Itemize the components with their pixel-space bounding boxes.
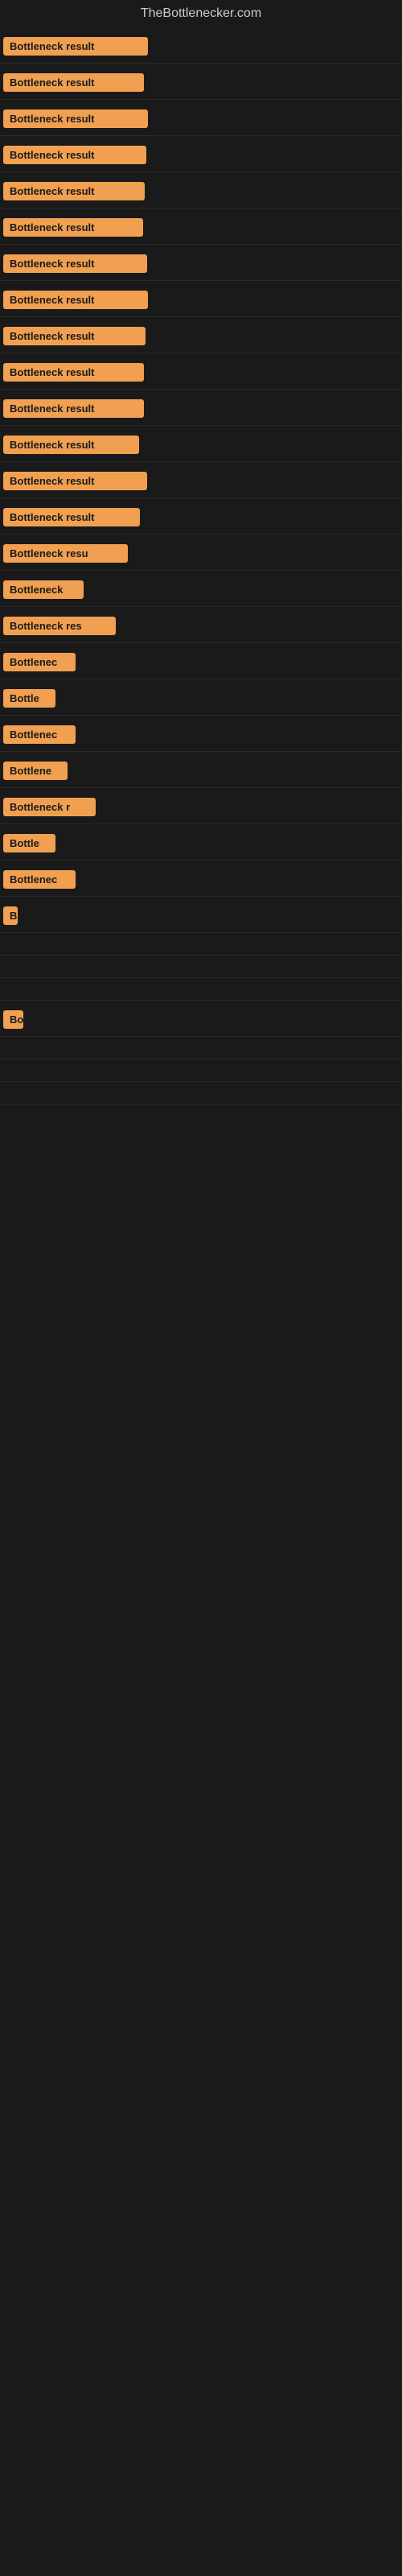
bottleneck-badge[interactable]: Bottleneck result: [3, 508, 140, 526]
bottleneck-row: Bottleneck r: [0, 788, 402, 824]
bottleneck-badge[interactable]: Bottleneck result: [3, 37, 148, 56]
bottleneck-row: [0, 933, 402, 956]
bottleneck-row: [0, 1082, 402, 1104]
bottleneck-badge[interactable]: Bottlenec: [3, 725, 76, 744]
site-title: TheBottlenecker.com: [0, 0, 402, 27]
bottleneck-row: Bottleneck result: [0, 317, 402, 353]
bottleneck-row: Bo: [0, 1001, 402, 1037]
bottleneck-badge[interactable]: Bottleneck: [3, 580, 84, 599]
bottleneck-badge[interactable]: Bottle: [3, 689, 55, 708]
bottleneck-badge[interactable]: Bottle: [3, 834, 55, 852]
bottleneck-row: Bottleneck result: [0, 390, 402, 426]
bottleneck-row: Bottleneck: [0, 571, 402, 607]
bottleneck-row: Bottleneck result: [0, 172, 402, 208]
bottleneck-row: Bottleneck result: [0, 136, 402, 172]
bottleneck-badge[interactable]: Bottlenec: [3, 870, 76, 889]
bottleneck-row: Bottleneck result: [0, 462, 402, 498]
bottleneck-badge[interactable]: Bottleneck result: [3, 182, 145, 200]
bottleneck-row: Bottlene: [0, 752, 402, 788]
bottleneck-badge[interactable]: Bottleneck result: [3, 472, 147, 490]
bottleneck-row: [0, 1037, 402, 1059]
bottleneck-row: Bottleneck res: [0, 607, 402, 643]
bottleneck-badge[interactable]: Bottlenec: [3, 653, 76, 671]
bottleneck-row: Bottleneck result: [0, 281, 402, 317]
bottleneck-row: Bottleneck result: [0, 64, 402, 100]
bottleneck-row: Bottleneck result: [0, 245, 402, 281]
bottleneck-row: Bottleneck result: [0, 498, 402, 535]
bottleneck-badge[interactable]: Bottleneck result: [3, 291, 148, 309]
bottleneck-badge[interactable]: Bo: [3, 1010, 23, 1029]
bottleneck-row: B: [0, 897, 402, 933]
bottleneck-badge[interactable]: Bottleneck result: [3, 73, 144, 92]
bottleneck-row: Bottlenec: [0, 716, 402, 752]
bottleneck-row: Bottleneck result: [0, 426, 402, 462]
bottleneck-row: Bottlenec: [0, 861, 402, 897]
bottleneck-row: Bottleneck result: [0, 27, 402, 64]
bottleneck-badge[interactable]: Bottleneck resu: [3, 544, 128, 563]
bottleneck-row: Bottleneck resu: [0, 535, 402, 571]
bottleneck-row: Bottle: [0, 679, 402, 716]
bottleneck-badge[interactable]: Bottleneck r: [3, 798, 96, 816]
bottleneck-row: [0, 1059, 402, 1082]
bottleneck-row: Bottleneck result: [0, 208, 402, 245]
bottleneck-badge[interactable]: Bottleneck res: [3, 617, 116, 635]
bottleneck-row: Bottlenec: [0, 643, 402, 679]
bottleneck-badge[interactable]: Bottleneck result: [3, 109, 148, 128]
bottleneck-row: Bottle: [0, 824, 402, 861]
bottleneck-badge[interactable]: B: [3, 906, 18, 925]
bottleneck-row: Bottleneck result: [0, 100, 402, 136]
bottleneck-badge[interactable]: Bottleneck result: [3, 146, 146, 164]
bottleneck-badge[interactable]: Bottleneck result: [3, 399, 144, 418]
bottleneck-badge[interactable]: Bottleneck result: [3, 254, 147, 273]
bottleneck-row: Bottleneck result: [0, 353, 402, 390]
bottleneck-badge[interactable]: Bottlene: [3, 762, 68, 780]
bottleneck-row: [0, 956, 402, 978]
bottleneck-badge[interactable]: Bottleneck result: [3, 327, 146, 345]
bottleneck-badge[interactable]: Bottleneck result: [3, 436, 139, 454]
bottleneck-badge[interactable]: Bottleneck result: [3, 218, 143, 237]
bottleneck-badge[interactable]: Bottleneck result: [3, 363, 144, 382]
bottleneck-row: [0, 978, 402, 1001]
